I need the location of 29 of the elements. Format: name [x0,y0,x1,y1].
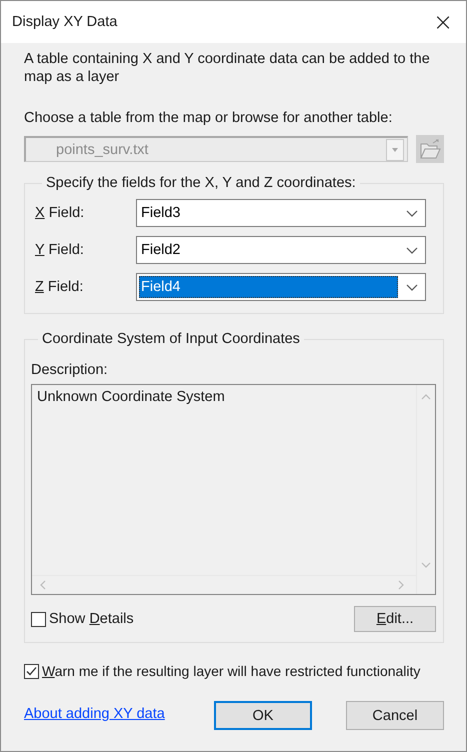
field-dropdown[interactable]: Field4 [136,273,426,301]
field-label: Y Field: [35,242,85,258]
chevron-right-icon [398,580,404,590]
field-dropdown[interactable]: Field3 [136,199,426,227]
window-title: Display XY Data [12,14,118,30]
intro-text: A table containing X and Y coordinate data can be added to the map as a layer [24,50,431,86]
help-link[interactable]: About adding XY data [24,706,165,722]
field-label: Z Field: [35,279,84,295]
description-label: Description: [31,362,109,378]
checkbox-label: Show Details [49,611,134,627]
field-dropdown[interactable]: Field2 [136,236,426,264]
field-label: X Field: [35,205,86,221]
group-title: Coordinate System of Input Coordinates [41,331,301,347]
chevron-left-icon [40,580,46,590]
checkbox-label: Warn me if the resulting layer will have restricted functionality [42,663,420,679]
chevron-down-icon [421,562,431,568]
chevron-down-icon [406,246,418,254]
checkbox[interactable] [24,664,39,678]
checkbox[interactable] [31,612,46,626]
ok-button[interactable]: OK [214,701,312,730]
cancel-button[interactable]: Cancel [346,701,444,730]
table-prompt: Choose a table from the map or browse for another table: [24,110,394,126]
description-text: Unknown Coordinate System [36,388,226,407]
chevron-down-icon [406,210,418,216]
chevron-down-icon [406,284,418,290]
edit-button[interactable]: Edit... [354,606,436,632]
group-title: Specify the fields for the X, Y and Z coordinates: [45,175,357,191]
chevron-up-icon [421,394,431,400]
close-button[interactable]: × [420,0,466,44]
